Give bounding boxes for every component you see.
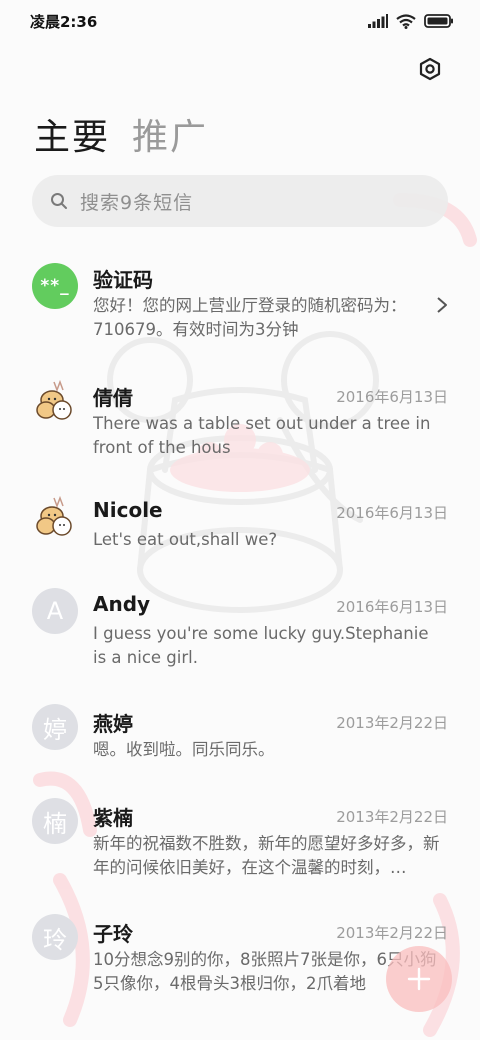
conversation-name: 子玲 (93, 922, 133, 946)
status-icons (368, 13, 454, 29)
conversation-date: 2013年2月22日 (336, 924, 448, 942)
search-placeholder: 搜索9条短信 (80, 191, 194, 214)
conversation-date: 2016年6月13日 (336, 504, 448, 522)
status-time: 凌晨2:36 (30, 12, 98, 31)
conversation-item[interactable]: 倩倩 2016年6月13日 There was a table set out … (0, 368, 480, 468)
conversation-item[interactable]: A Andy 2016年6月13日 I guess you're some lu… (0, 578, 480, 678)
bear-cat-sticker-avatar (32, 494, 78, 540)
conversation-snippet: Let's eat out,shall we? (93, 530, 278, 549)
avatar: A (32, 588, 78, 634)
conversation-snippet: There was a table set out under a tree i… (93, 414, 431, 457)
status-bar: 凌晨2:36 (0, 0, 480, 42)
conversation-snippet: 您好！您的网上营业厅登录的随机密码为：710679。有效时间为3分钟 (93, 296, 407, 339)
conversation-snippet: 新年的祝福数不胜数，新年的愿望好多好多，新年的问候依旧美好，在这个温馨的时刻，… (93, 834, 440, 877)
conversation-name: 验证码 (93, 268, 153, 292)
plus-icon (407, 967, 431, 991)
settings-hexagon-icon (419, 57, 441, 81)
conversation-name: Andy (93, 592, 151, 616)
avatar: 玲 (32, 914, 78, 960)
battery-icon (424, 14, 453, 28)
tab-promotions[interactable]: 推广 (132, 108, 208, 160)
conversation-item[interactable]: Nicole 2016年6月13日 Let's eat out,shall we… (0, 484, 480, 568)
conversation-item[interactable]: 楠 紫楠 2013年2月22日 新年的祝福数不胜数，新年的愿望好多好多，新年的问… (0, 788, 480, 888)
conversation-name: 倩倩 (93, 386, 133, 410)
avatar: 楠 (32, 798, 78, 844)
conversation-name: Nicole (93, 498, 163, 522)
conversation-date: 2013年2月22日 (336, 808, 448, 826)
chevron-right-icon (437, 297, 447, 313)
conversation-item[interactable]: 婷 燕婷 2013年2月22日 嗯。收到啦。同乐同乐。 (0, 694, 480, 778)
conversation-name: 燕婷 (93, 712, 133, 736)
signal-icon (368, 14, 388, 28)
search-icon (51, 193, 67, 209)
avatar: **_ (32, 263, 78, 309)
wifi-icon (396, 13, 416, 29)
bear-cat-sticker-avatar (32, 378, 78, 424)
avatar: 婷 (32, 704, 78, 750)
conversation-item[interactable]: **_ 验证码 您好！您的网上营业厅登录的随机密码为：710679。有效时间为3… (0, 250, 480, 350)
conversation-snippet: I guess you're some lucky guy.Stephanie … (93, 624, 429, 667)
compose-fab[interactable] (386, 946, 452, 1012)
tab-bar: 主要 推广 (34, 108, 208, 160)
conversation-snippet: 嗯。收到啦。同乐同乐。 (93, 740, 275, 759)
conversation-date: 2016年6月13日 (336, 598, 448, 616)
search-bar[interactable]: 搜索9条短信 (32, 175, 448, 227)
settings-button[interactable] (414, 53, 446, 85)
conversation-date: 2013年2月22日 (336, 714, 448, 732)
conversation-date: 2016年6月13日 (336, 388, 448, 406)
conversation-name: 紫楠 (93, 806, 133, 830)
tab-primary[interactable]: 主要 (34, 108, 110, 160)
